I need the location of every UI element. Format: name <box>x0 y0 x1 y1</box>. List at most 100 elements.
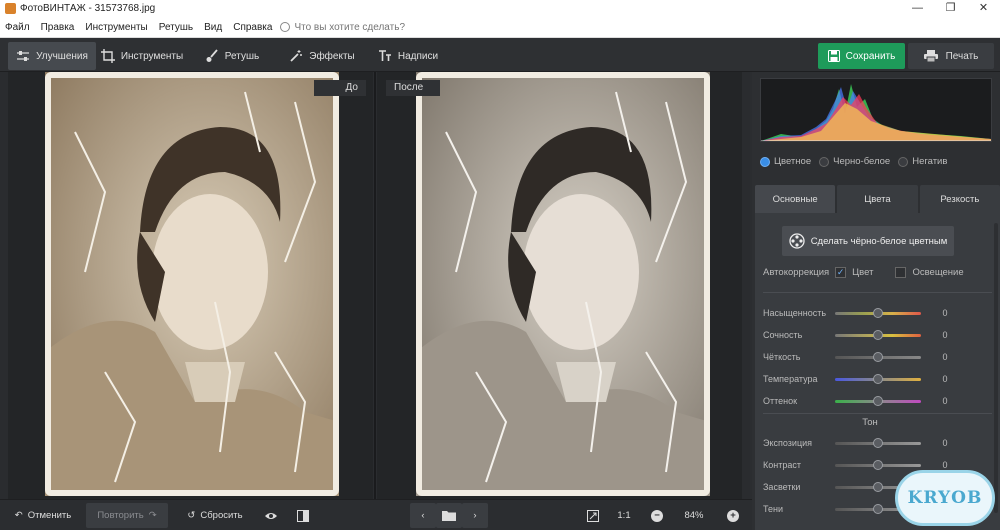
brush-icon <box>206 49 218 62</box>
tab-enhancements[interactable]: Улучшения <box>8 42 96 70</box>
slider-vibrance[interactable]: Сочность 0 <box>763 328 948 342</box>
menu-retouch[interactable]: Ретушь <box>154 22 199 33</box>
menu-file[interactable]: Файл <box>0 22 36 33</box>
split-view-icon <box>297 509 309 522</box>
tab-captions[interactable]: Надписи <box>368 42 448 70</box>
colorize-button[interactable]: Сделать чёрно-белое цветным <box>782 226 954 256</box>
slider-knob[interactable] <box>873 395 883 406</box>
film-reel-icon <box>789 233 805 249</box>
slider-saturation[interactable]: Насыщенность 0 <box>763 306 948 320</box>
menu-tools[interactable]: Инструменты <box>80 22 153 33</box>
tab-basic[interactable]: Основные <box>755 185 836 213</box>
slider-exposure[interactable]: Экспозиция 0 <box>763 436 948 450</box>
menu-help[interactable]: Справка <box>228 22 278 33</box>
search-box[interactable] <box>280 21 445 33</box>
tab-label: Инструменты <box>120 50 184 62</box>
settings-tabs: Основные Цвета Резкость <box>755 185 1000 213</box>
menu-edit[interactable]: Правка <box>36 22 81 33</box>
preview-eye-button[interactable] <box>258 503 284 528</box>
auto-light-label: Освещение <box>912 267 964 278</box>
close-button[interactable]: ✕ <box>967 0 1000 17</box>
undo-button[interactable]: ↶ Отменить <box>8 503 78 528</box>
eye-icon <box>265 512 277 519</box>
print-button[interactable]: Печать <box>908 43 994 69</box>
histogram <box>760 78 992 142</box>
zoom-1to1-button[interactable]: 1:1 <box>612 503 636 528</box>
slider-knob[interactable] <box>873 437 883 448</box>
tab-label: Ретушь <box>224 50 260 62</box>
auto-light-checkbox[interactable] <box>895 267 907 278</box>
panel-scrollbar[interactable] <box>994 223 998 513</box>
divider <box>763 413 992 414</box>
expand-icon <box>587 509 599 522</box>
crop-icon <box>100 49 115 63</box>
reset-button[interactable]: ↺ Сбросить <box>180 503 250 528</box>
tone-section-title: Тон <box>862 417 878 428</box>
tab-retouch[interactable]: Ретушь <box>188 42 276 70</box>
tab-label: Эффекты <box>309 50 355 62</box>
printer-icon <box>923 50 938 62</box>
minus-circle-icon: − <box>651 509 663 522</box>
tab-sharpness[interactable]: Резкость <box>919 185 1000 213</box>
tab-tools[interactable]: Инструменты <box>98 42 186 70</box>
window-controls: — ❐ ✕ <box>901 0 1000 17</box>
maximize-button[interactable]: ❐ <box>934 0 967 17</box>
reset-icon: ↺ <box>187 510 196 521</box>
slider-knob[interactable] <box>873 373 883 384</box>
pane-divider[interactable] <box>374 72 376 499</box>
photo-border <box>45 72 339 496</box>
tab-label: Надписи <box>397 50 439 62</box>
auto-color-label: Цвет <box>852 267 874 278</box>
watermark-text: KRYOB <box>907 488 983 508</box>
zoom-in-button[interactable]: + <box>724 503 742 528</box>
bottom-bar: ↶ Отменить Повторить ↷ ↺ Сбросить ‹ › 1:… <box>0 499 752 530</box>
tab-label: Улучшения <box>36 50 88 62</box>
chevron-left-icon: ‹ <box>421 510 425 521</box>
search-input[interactable] <box>294 21 445 33</box>
color-mode-group: Цветное Черно-белое Негатив <box>760 156 947 167</box>
app-icon <box>5 3 16 14</box>
before-photo <box>45 72 339 496</box>
before-label: До <box>314 80 366 96</box>
folder-icon <box>442 511 456 521</box>
redo-icon: ↷ <box>148 510 157 521</box>
menu-view[interactable]: Вид <box>199 22 228 33</box>
mode-negative-radio[interactable]: Негатив <box>898 156 947 167</box>
watermark-logo: KRYOB <box>895 470 995 526</box>
slider-knob[interactable] <box>873 481 883 492</box>
tab-effects[interactable]: Эффекты <box>278 42 366 70</box>
save-button[interactable]: Сохранить <box>818 43 905 69</box>
after-photo <box>416 72 710 496</box>
colorize-label: Сделать чёрно-белое цветным <box>810 235 948 247</box>
zoom-out-button[interactable]: − <box>648 503 666 528</box>
search-icon <box>280 22 291 32</box>
save-label: Сохранить <box>845 50 896 62</box>
menu-bar: Файл Правка Инструменты Ретушь Вид Справ… <box>0 17 1000 38</box>
divider <box>763 292 992 293</box>
redo-button[interactable]: Повторить ↷ <box>86 503 168 528</box>
print-label: Печать <box>945 50 979 62</box>
compare-button[interactable] <box>290 503 316 528</box>
slider-knob[interactable] <box>873 351 883 362</box>
text-icon <box>378 50 391 61</box>
slider-knob[interactable] <box>873 459 883 470</box>
auto-color-checkbox[interactable]: ✓ <box>835 267 847 278</box>
autocorrection-row: Автокоррекция ✓ Цвет Освещение <box>763 267 964 278</box>
prev-image-button[interactable]: ‹ <box>410 503 436 528</box>
slider-clarity[interactable]: Чёткость 0 <box>763 350 948 364</box>
slider-tint[interactable]: Оттенок 0 <box>763 394 948 408</box>
fit-screen-button[interactable] <box>582 503 604 528</box>
slider-temperature[interactable]: Температура 0 <box>763 372 948 386</box>
slider-knob[interactable] <box>873 503 883 514</box>
mode-color-radio[interactable]: Цветное <box>760 156 811 167</box>
open-folder-button[interactable] <box>436 503 462 528</box>
slider-knob[interactable] <box>873 329 883 340</box>
tab-colors[interactable]: Цвета <box>837 185 918 213</box>
next-image-button[interactable]: › <box>462 503 488 528</box>
mode-bw-radio[interactable]: Черно-белое <box>819 156 890 167</box>
minimize-button[interactable]: — <box>901 0 934 17</box>
slider-knob[interactable] <box>873 307 883 318</box>
floppy-disk-icon <box>827 50 840 62</box>
sliders-icon <box>17 51 30 61</box>
zoom-value: 84% <box>684 510 704 521</box>
